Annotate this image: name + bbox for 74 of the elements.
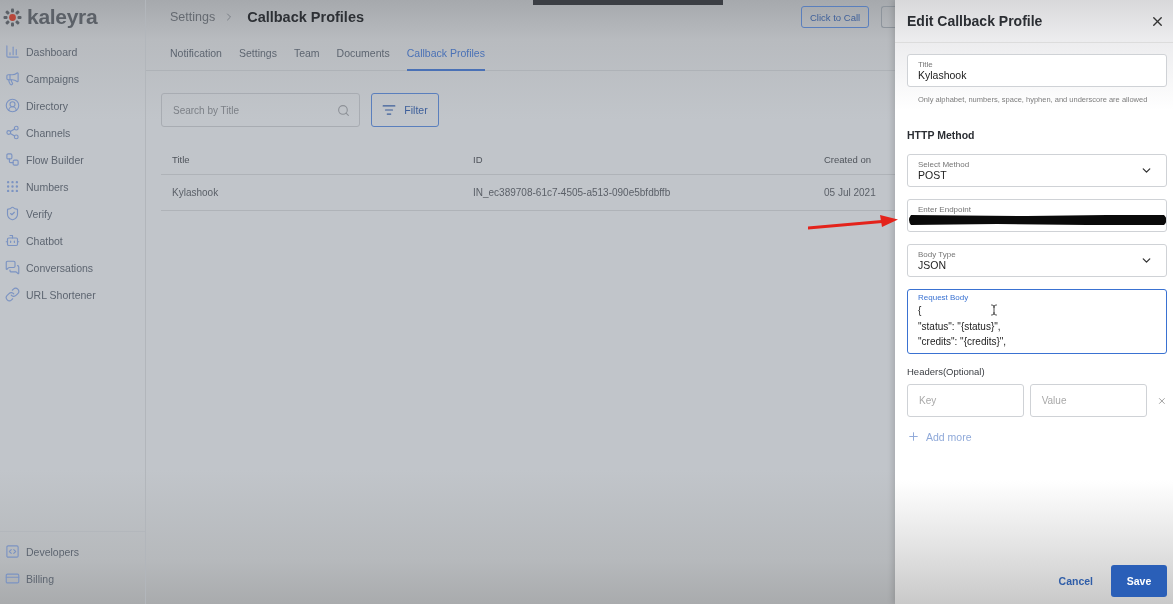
sidebar-item[interactable]: Developers [0, 538, 145, 565]
field-label: Select Method [918, 160, 970, 169]
select-field[interactable]: Select Method POST [907, 154, 1167, 187]
table-cell-text: IN_ec389708-61c7-4505-a513-090e5bfdbffb [473, 187, 672, 198]
field-label: Title [918, 60, 933, 69]
search-field[interactable]: Search by Title [161, 93, 360, 127]
headers-label: Headers(Optional) [907, 366, 985, 377]
plus-icon [907, 430, 920, 443]
add-more-button[interactable]: Add more [907, 430, 972, 443]
header-button[interactable]: Click to Call [801, 6, 869, 28]
sidebar-item[interactable]: Conversations [0, 254, 145, 281]
select-field[interactable]: Body Type JSON [907, 244, 1167, 277]
bar-chart-icon [5, 44, 20, 59]
page-title: Callback Profiles [247, 9, 365, 25]
dialpad-icon [5, 179, 20, 194]
robot-icon [5, 233, 20, 248]
field-value: JSON [918, 259, 946, 271]
request-body-field[interactable]: Request Body { "status": "{status}", "credits": "{credits}", [907, 289, 1167, 354]
input-field[interactable]: Key [907, 384, 1024, 417]
search-icon [337, 103, 350, 117]
input-field[interactable]: Enter Endpoint [907, 199, 1167, 232]
column-header: Created on [824, 153, 872, 165]
save-button[interactable]: Save [1111, 565, 1167, 597]
sidebar-item[interactable]: Chatbot [0, 227, 145, 254]
code-line: "credits": "{credits}", [918, 335, 1007, 349]
flow-icon [5, 152, 20, 167]
field-value: Kylashook [918, 69, 967, 81]
shield-check-icon [5, 206, 20, 221]
column-header: ID [473, 153, 484, 165]
tab[interactable]: Documents [336, 34, 390, 71]
text-cursor-icon [988, 304, 1000, 316]
input-field[interactable]: Value [1029, 384, 1148, 417]
table-cell-text: Kylashook [172, 187, 220, 198]
sidebar-item[interactable]: Dashboard [0, 38, 145, 65]
user-circle-icon [5, 98, 20, 113]
input-field[interactable]: Title Kylashook [907, 54, 1167, 87]
breadcrumb-link[interactable]: Settings [170, 10, 216, 24]
tab[interactable]: Settings [238, 34, 277, 71]
nodes-icon [5, 125, 20, 140]
field-placeholder: Key [919, 395, 937, 406]
field-label: Enter Endpoint [918, 205, 971, 214]
field-value: POST [918, 169, 947, 181]
megaphone-icon [5, 71, 20, 86]
cancel-button[interactable]: Cancel [1052, 565, 1099, 597]
sidebar-item[interactable]: Flow Builder [0, 146, 145, 173]
column-header: Title [172, 153, 191, 165]
code-window-icon [5, 544, 20, 559]
sidebar-item[interactable]: Billing [0, 565, 145, 592]
code-line: "status": "{status}", [918, 319, 1001, 334]
chat-bubbles-icon [5, 260, 20, 275]
table-cell-text: 05 Jul 2021 [824, 187, 877, 198]
field-label: Request Body [918, 293, 969, 302]
field-placeholder: Value [1041, 395, 1067, 406]
logo-icon [3, 7, 22, 27]
search-placeholder: Search by Title [173, 104, 240, 116]
filter-icon [382, 103, 397, 117]
field-label: Body Type [918, 250, 956, 259]
code-line: { [918, 304, 922, 318]
tab[interactable]: Team [293, 34, 320, 71]
tab[interactable]: Notification [170, 34, 222, 71]
section-heading: HTTP Method [907, 129, 975, 141]
sidebar-item[interactable]: Numbers [0, 173, 145, 200]
link-icon [5, 287, 20, 302]
tab[interactable]: Callback Profiles [406, 34, 485, 71]
cross-icon[interactable] [1157, 395, 1167, 406]
filter-button[interactable]: Filter [371, 93, 439, 127]
sidebar-item[interactable]: URL Shortener [0, 281, 145, 308]
sidebar-item[interactable]: Directory [0, 92, 145, 119]
logo-text: kaleyra [27, 5, 98, 29]
sidebar-item[interactable]: Campaigns [0, 65, 145, 92]
credit-card-icon [5, 571, 20, 586]
sidebar-item[interactable]: Verify [0, 200, 145, 227]
drawer-title: Edit Callback Profile [907, 13, 1043, 29]
sidebar-item[interactable]: Channels [0, 119, 145, 146]
